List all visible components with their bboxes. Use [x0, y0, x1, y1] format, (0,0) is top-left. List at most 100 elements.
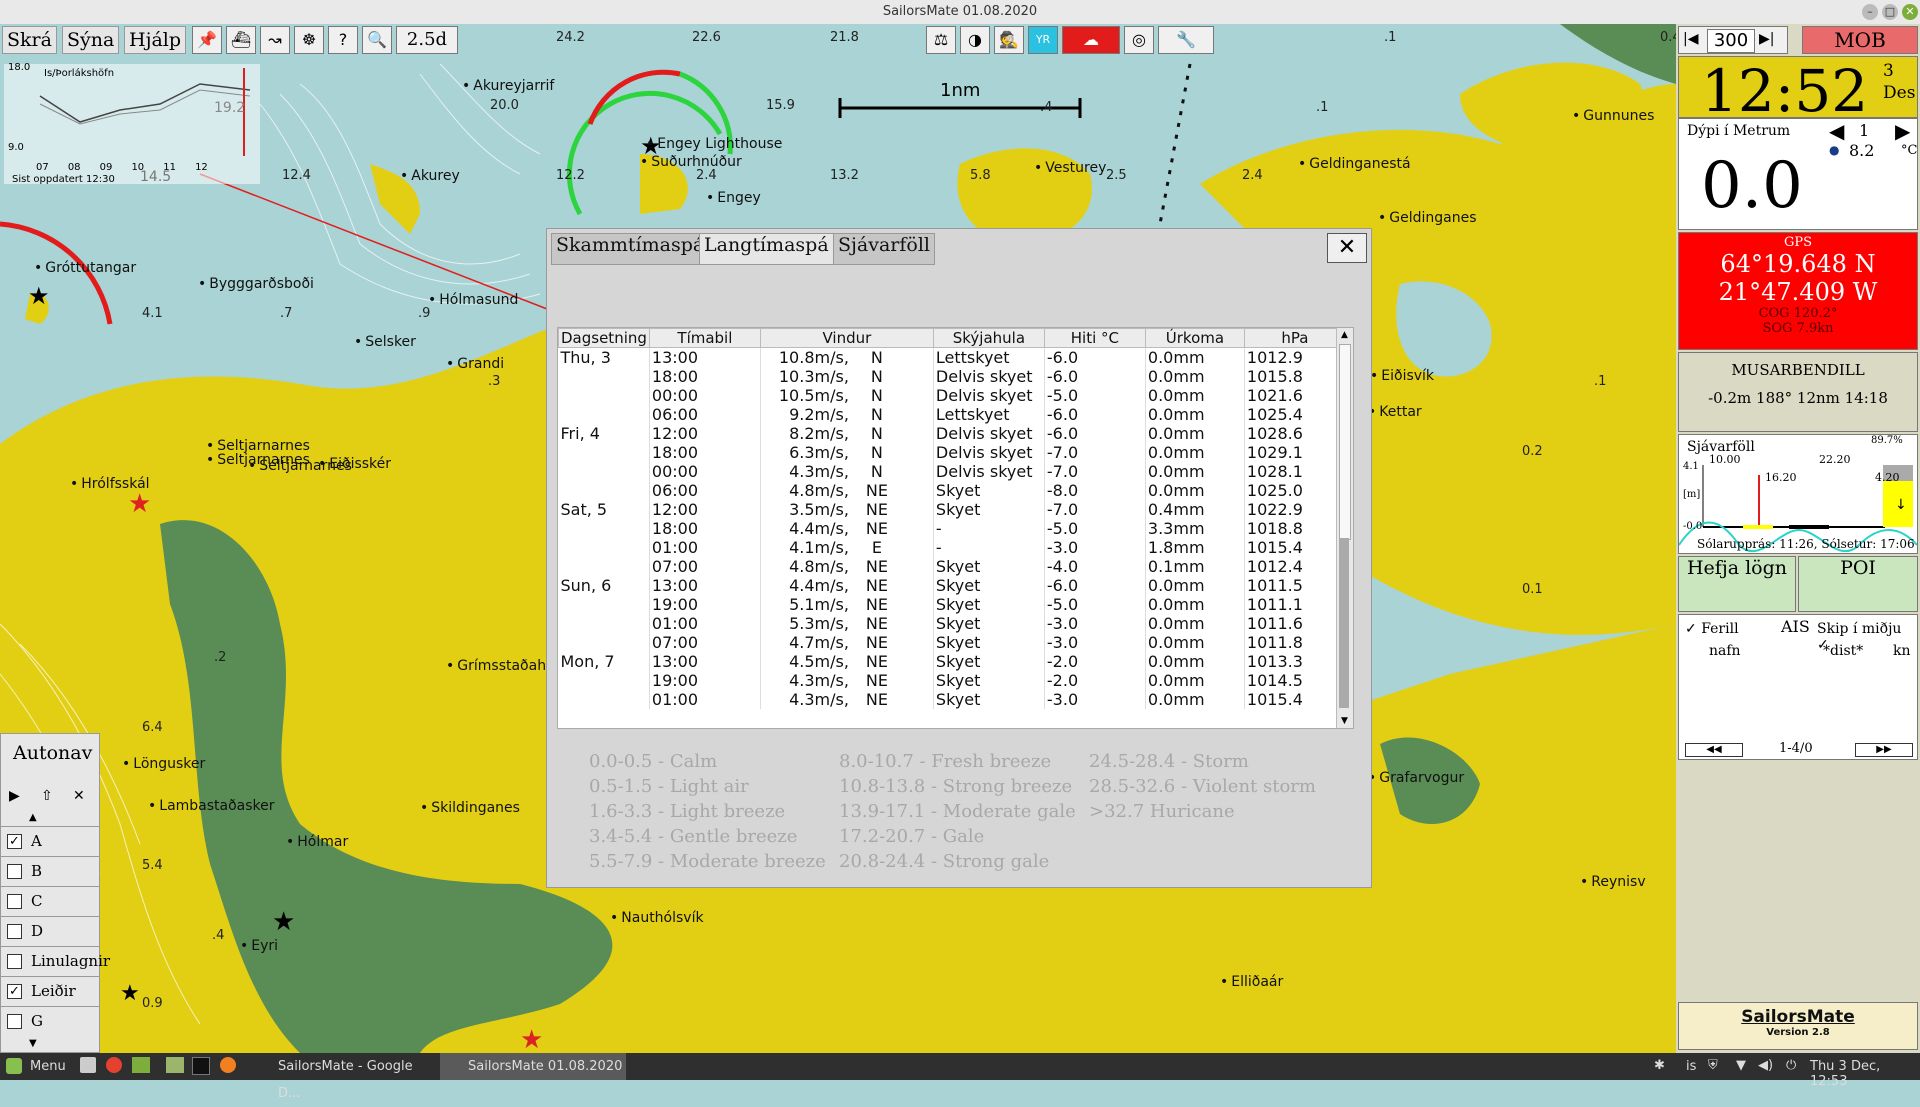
table-row[interactable]: 18:00 6.3m/s, N Delvis skyet -7.0 0.0mm 1029.1	[558, 443, 1346, 462]
layer-checkbox[interactable]: ✓	[7, 984, 22, 999]
table-row[interactable]: 19:00 4.3m/s, NE Skyet -2.0 0.0mm 1014.5	[558, 671, 1346, 690]
col-wind[interactable]: Vindur	[759, 328, 934, 348]
scroll-up-icon[interactable]: ▲	[1339, 330, 1350, 340]
mob-button[interactable]: MOB	[1802, 26, 1918, 54]
table-row[interactable]: Fri, 4 12:00 8.2m/s, N Delvis skyet -6.0 0.0mm…	[558, 424, 1346, 443]
ais-prev-button[interactable]: ◀◀	[1685, 743, 1743, 757]
poi-button[interactable]: POI	[1798, 556, 1918, 612]
menu-help[interactable]: Hjálp	[124, 26, 187, 54]
menu-launcher[interactable]: Menu	[30, 1059, 66, 1074]
table-row[interactable]: 00:00 4.3m/s, N Delvis skyet -7.0 0.0mm 1028.1	[558, 462, 1346, 481]
help-icon[interactable]: ?	[328, 26, 358, 54]
waypoint-box[interactable]: MUSARBENDILL -0.2m 188° 12nm 14:18	[1678, 352, 1918, 432]
tab-short-forecast[interactable]: Skammtímaspá	[551, 233, 710, 265]
range-control[interactable]: |◀ 300 ▶|	[1678, 26, 1788, 54]
yr-weather-icon[interactable]: YR	[1028, 26, 1058, 54]
system-clock[interactable]: Thu 3 Dec, 12:53	[1810, 1059, 1920, 1089]
firefox-icon[interactable]	[220, 1057, 236, 1073]
table-row[interactable]: 01:00 4.1m/s, E - -3.0 1.8mm 1015.4	[558, 538, 1346, 557]
maximize-icon[interactable]: □	[1882, 4, 1898, 20]
terminal-icon[interactable]	[192, 1057, 210, 1075]
scroll-track[interactable]	[1339, 538, 1349, 708]
wheel-icon[interactable]: ☸	[294, 26, 324, 54]
upload-icon[interactable]: ⇧	[41, 788, 53, 804]
layer-row[interactable]: D	[1, 916, 99, 945]
layer-checkbox[interactable]	[7, 924, 22, 939]
start-log-button[interactable]: Hefja lögn	[1678, 556, 1796, 612]
close-window-icon[interactable]: ✕	[1902, 4, 1918, 20]
table-scrollbar[interactable]: ▲ ▼	[1336, 328, 1353, 728]
minimize-icon[interactable]: –	[1862, 4, 1878, 20]
col-pressure[interactable]: hPa	[1243, 328, 1346, 348]
table-row[interactable]: 07:00 4.8m/s, NE Skyet -4.0 0.1mm 1012.4	[558, 557, 1346, 576]
mint-menu-icon[interactable]	[6, 1058, 22, 1074]
table-row[interactable]: Mon, 7 13:00 4.5m/s, NE Skyet -2.0 0.0mm 1013.3	[558, 652, 1346, 671]
tab-long-forecast[interactable]: Langtímaspá	[699, 233, 834, 265]
tab-tides[interactable]: Sjávarföll	[833, 233, 936, 265]
table-row[interactable]: 19:00 5.1m/s, NE Skyet -5.0 0.0mm 1011.1	[558, 595, 1346, 614]
last-icon[interactable]: ▶|	[1759, 31, 1774, 47]
menu-file[interactable]: Skrá	[2, 26, 57, 54]
scroll-down-icon[interactable]: ▼	[1339, 716, 1350, 726]
menu-view[interactable]: Sýna	[62, 26, 120, 54]
prev-arrow-icon[interactable]: ◀	[1829, 119, 1844, 143]
next-arrow-icon[interactable]: ▶	[1895, 119, 1910, 143]
table-row[interactable]: 06:00 9.2m/s, N Lettskyet -6.0 0.0mm 1025.4	[558, 405, 1346, 424]
table-row[interactable]: Sun, 6 13:00 4.4m/s, NE Skyet -6.0 0.0mm 1011.5	[558, 576, 1346, 595]
autonav-title[interactable]: Autonav	[13, 742, 92, 764]
scroll-up-icon[interactable]: ▲	[29, 812, 37, 823]
close-dialog-button[interactable]: ✕	[1327, 233, 1367, 263]
col-date[interactable]: Dagsetning	[558, 328, 650, 348]
files-icon[interactable]	[132, 1057, 150, 1073]
settings-icon[interactable]: 🔧	[1158, 26, 1214, 54]
weather-overlay-icon[interactable]: ☁	[1062, 26, 1120, 54]
delete-icon[interactable]: ✕	[73, 788, 85, 804]
forecast-table[interactable]: Dagsetning Tímabil Vindur Skýjahula Hiti…	[557, 327, 1354, 729]
layer-row[interactable]: ✓ A	[1, 826, 99, 855]
layer-row[interactable]: ✓ Leiðir	[1, 976, 99, 1005]
pin-icon[interactable]: 📌	[192, 26, 222, 54]
table-row[interactable]: 01:00 5.3m/s, NE Skyet -3.0 0.0mm 1011.6	[558, 614, 1346, 633]
shield-icon[interactable]: ⛨	[1708, 1058, 1718, 1073]
layer-row[interactable]: B	[1, 856, 99, 885]
ais-track-toggle[interactable]: ✓ Ferill	[1685, 621, 1739, 637]
daynight-icon[interactable]: ◑	[960, 26, 990, 54]
table-row[interactable]: 01:00 4.3m/s, NE Skyet -3.0 0.0mm 1015.4	[558, 690, 1346, 709]
layer-checkbox[interactable]	[7, 1014, 22, 1029]
taskbar-app-chrome[interactable]: SailorsMate - Google D...	[254, 1053, 434, 1101]
layer-checkbox[interactable]	[7, 894, 22, 909]
col-cloud[interactable]: Skýjahula	[932, 328, 1045, 348]
table-row[interactable]: Thu, 3 13:00 10.8m/s, N Lettskyet -6.0 0.0mm 10…	[558, 347, 1346, 367]
scales-icon[interactable]: ⚖	[926, 26, 956, 54]
spy-icon[interactable]: 🕵	[994, 26, 1024, 54]
scroll-down-icon[interactable]: ▼	[29, 1038, 37, 1049]
table-row[interactable]: 18:00 10.3m/s, N Delvis skyet -6.0 0.0mm 1015.…	[558, 367, 1346, 386]
layer-row[interactable]: Linulagnir	[1, 946, 110, 975]
zoom-level-button[interactable]: 2.5d	[396, 26, 458, 54]
range-value[interactable]: 300	[1707, 29, 1755, 53]
table-row[interactable]: Sat, 5 12:00 3.5m/s, NE Skyet -7.0 0.4mm 1022.9	[558, 500, 1346, 519]
table-row[interactable]: 18:00 4.4m/s, NE - -5.0 3.3mm 1018.8	[558, 519, 1346, 538]
taskbar-app-sailorsmate[interactable]: SailorsMate 01.08.2020	[440, 1053, 626, 1080]
ais-next-button[interactable]: ▶▶	[1855, 743, 1913, 757]
zoom-icon[interactable]: 🔍	[362, 26, 392, 54]
network-icon[interactable]: ▼	[1736, 1058, 1746, 1073]
power-icon[interactable]: ⏻	[1786, 1058, 1796, 1073]
layer-row[interactable]: G	[1, 1006, 99, 1035]
layer-checkbox[interactable]: ✓	[7, 834, 22, 849]
first-icon[interactable]: |◀	[1683, 31, 1698, 47]
chrome-icon[interactable]	[106, 1057, 122, 1073]
route-icon[interactable]: ↝	[260, 26, 290, 54]
layer-checkbox[interactable]	[7, 954, 22, 969]
layer-checkbox[interactable]	[7, 864, 22, 879]
volume-icon[interactable]: ◀)	[1758, 1058, 1773, 1073]
folder-icon[interactable]	[166, 1057, 184, 1073]
target-icon[interactable]: ◎	[1124, 26, 1154, 54]
play-icon[interactable]: ▶	[9, 788, 20, 804]
locale-indicator[interactable]: is	[1686, 1059, 1696, 1074]
table-row[interactable]: 06:00 4.8m/s, NE Skyet -8.0 0.0mm 1025.0	[558, 481, 1346, 500]
table-row[interactable]: 07:00 4.7m/s, NE Skyet -3.0 0.0mm 1011.8	[558, 633, 1346, 652]
scroll-thumb[interactable]	[1339, 344, 1351, 540]
ship-icon[interactable]: ⛴	[226, 26, 256, 54]
bluetooth-icon[interactable]: ✱	[1654, 1058, 1665, 1073]
